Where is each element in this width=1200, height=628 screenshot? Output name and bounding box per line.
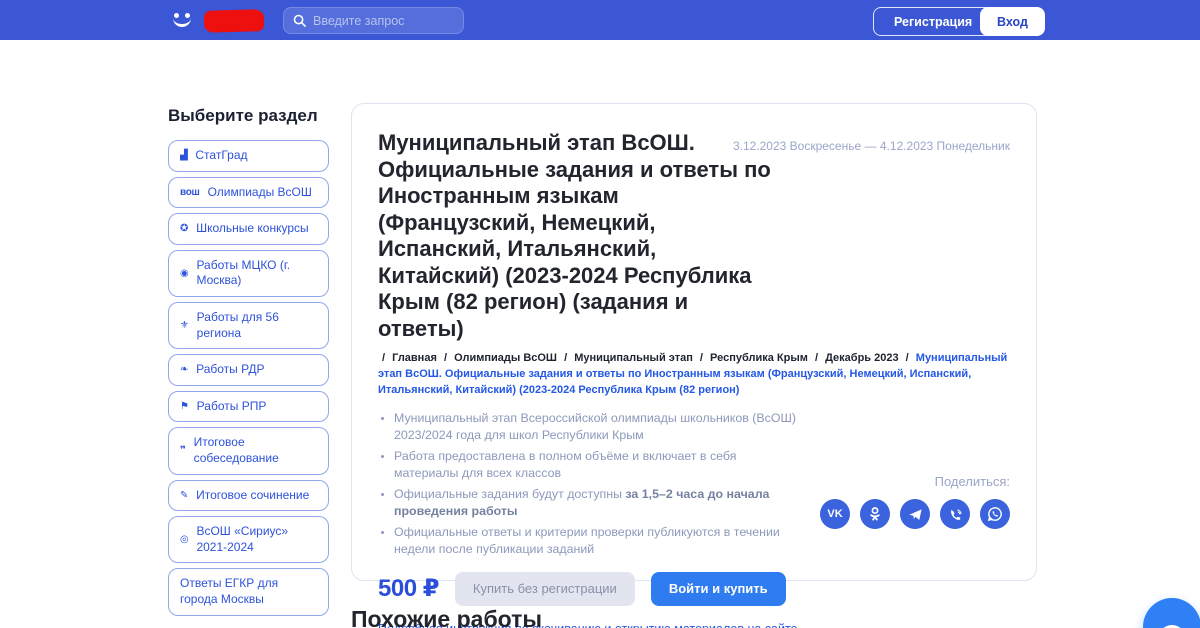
sidebar-item[interactable]: ▟ СтатГрад [168,140,329,172]
odnoklassniki-person-icon [870,507,880,521]
share-block: Поделиться: VK [820,474,1010,529]
breadcrumb-separator: / [382,352,386,364]
buy-without-registration-button[interactable]: Купить без регистрации [454,571,635,606]
search-input[interactable] [313,13,454,28]
flag-icon: ⚑ [180,401,189,413]
sidebar-item-label: Работы РПР [196,398,267,413]
chat-widget-button[interactable] [1143,598,1200,628]
top-navigation-bar: Регистрация Вход [0,0,1200,40]
breadcrumb-separator: / [443,352,447,364]
vosh-badge-icon: вош [180,186,200,198]
share-viber-icon[interactable] [940,499,970,529]
breadcrumb-separator: / [905,352,909,364]
breadcrumb-link[interactable]: Олимпиады ВсОШ [454,352,557,364]
description-item: Официальные задания будут доступны за 1,… [394,486,796,521]
sidebar-item-label: Школьные конкурсы [196,221,309,236]
emblem-icon: ⚜ [180,320,189,332]
breadcrumb-link[interactable]: Декабрь 2023 [825,352,899,364]
description-item: Официальные ответы и критерии проверки п… [394,524,796,559]
sidebar-item-label: Олимпиады ВсОШ [207,184,312,199]
sidebar-item[interactable]: ❞ Итоговое собеседование [168,427,329,475]
pencil-icon: ✎ [180,489,189,501]
breadcrumb-link[interactable]: Главная [392,352,437,364]
sidebar-item-label: Итоговое собеседование [193,435,279,465]
share-vk-icon[interactable]: VK [820,499,850,529]
sidebar-item-label: Работы для 56 региона [196,309,279,340]
share-telegram-icon[interactable] [900,499,930,529]
sidebar-item[interactable]: ⚑ Работы РПР [168,390,329,423]
sidebar-item[interactable]: ✪ Школьные конкурсы [168,213,329,245]
sidebar-item-label: Работы МЦКО (г. Москва) [196,257,291,288]
search-bar[interactable] [283,7,464,34]
description-item: Муниципальный этап Всероссийской олимпиа… [394,410,796,445]
sidebar-title: Выберите раздел [168,106,318,125]
site-logo[interactable] [170,8,263,32]
viber-phone-icon [950,508,961,520]
sidebar-item[interactable]: ❧ Работы РДР [168,354,329,386]
smiley-logo-icon [170,8,196,32]
product-title: Муниципальный этап ВсОШ. Официальные зад… [378,130,771,341]
sidebar-item[interactable]: ◎ ВсОШ «Сириус» 2021-2024 [168,516,329,564]
logo-brand-redacted [203,8,263,32]
sidebar-item[interactable]: ✎ Итоговое сочинение [168,479,329,512]
sidebar-item-label: СтатГрад [195,148,248,162]
description-item: Работа предоставлена в полном объёме и в… [394,448,796,483]
purchase-row: 500 ₽ Купить без регистрации Войти и куп… [378,571,1010,606]
breadcrumb-link[interactable]: Муниципальный этап [574,352,693,364]
login-button[interactable]: Вход [980,7,1045,36]
star-dot-icon: ◎ [180,534,189,546]
sidebar-item[interactable]: ◉ Работы МЦКО (г. Москва) [168,249,329,297]
share-label: Поделиться: [934,474,1010,489]
login-and-buy-button[interactable]: Войти и купить [650,571,786,606]
share-odnoklassniki-icon[interactable] [860,499,890,529]
event-date-range: 3.12.2023 Воскресенье — 4.12.2023 Понеде… [732,139,1010,153]
similar-works-title: Похожие работы [351,606,543,628]
sidebar-item-label: Работы РДР [196,362,265,377]
whatsapp-phone-icon [987,507,1002,522]
breadcrumb: / Главная / Олимпиады ВсОШ / Муниципальн… [378,351,1026,399]
sidebar-item[interactable]: вош Олимпиады ВсОШ [168,176,329,209]
sidebar-item[interactable]: Ответы ЕГКР для города Москвы [168,568,329,616]
section-sidebar: Выберите раздел ▟ СтатГрад вош Олимпиады… [168,106,329,621]
sidebar-item[interactable]: ⚜ Работы для 56 региона [168,301,329,350]
share-icons-row: VK [820,499,1010,529]
medal-icon: ✪ [180,223,189,235]
product-description-list: Муниципальный этап Всероссийской олимпиа… [394,410,796,559]
breadcrumb-link[interactable]: Республика Крым [710,352,808,364]
sidebar-item-label: Ответы ЕГКР для города Москвы [180,576,279,606]
price: 500 ₽ [378,575,439,603]
product-card: Муниципальный этап ВсОШ. Официальные зад… [351,103,1037,628]
breadcrumb-separator: / [564,352,568,364]
register-button[interactable]: Регистрация [873,7,994,36]
speech-quote-icon: ❞ [180,445,186,457]
share-whatsapp-icon[interactable] [980,499,1010,529]
sidebar-item-label: Итоговое сочинение [196,487,310,502]
breadcrumb-separator: / [699,352,703,364]
telegram-plane-icon [908,508,922,520]
city-chart-icon: ▟ [180,150,188,162]
target-icon: ◉ [180,267,189,279]
bird-icon: ❧ [180,364,189,376]
sidebar-item-label: ВсОШ «Сириус» 2021-2024 [196,524,289,554]
search-icon [293,14,306,27]
breadcrumb-separator: / [814,352,819,364]
sidebar-items: ▟ СтатГрад вош Олимпиады ВсОШ ✪ Школьные… [168,140,329,616]
